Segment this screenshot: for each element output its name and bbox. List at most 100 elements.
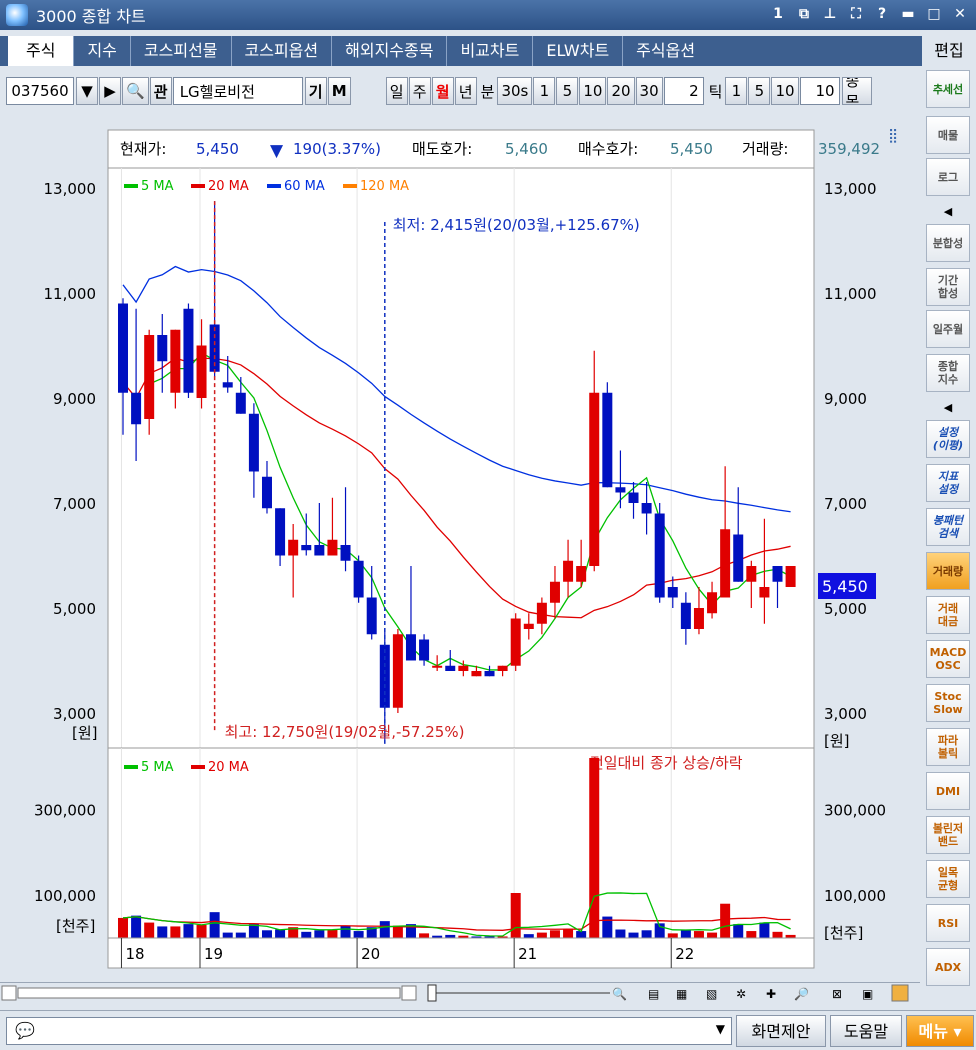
trade-amount-button[interactable]: 거래 대금	[926, 596, 970, 634]
stock-code-input[interactable]: 037560	[6, 77, 74, 105]
candle-body	[275, 508, 286, 556]
gi-button[interactable]: 기	[304, 77, 327, 105]
minute-30-button[interactable]: 30	[635, 77, 663, 105]
minute-20-button[interactable]: 20	[607, 77, 635, 105]
tick-10-button[interactable]: 10	[771, 77, 799, 105]
chart-scrollbar[interactable]: 🔍 ▤ ▦ ▧ ✲ ✚ 🔎 ⊠ ▣	[0, 982, 920, 1002]
gwan-button[interactable]: 관	[149, 77, 172, 105]
log-button[interactable]: 로그	[926, 158, 970, 196]
stochastic-button[interactable]: Stoc Slow	[926, 684, 970, 722]
scroll-track[interactable]	[17, 987, 401, 999]
period-year-button[interactable]: 년	[454, 77, 477, 105]
ichimoku-button[interactable]: 일목 균형	[926, 860, 970, 898]
period-month-button[interactable]: 월	[431, 77, 454, 105]
expand-quote-icon[interactable]: ⣿	[888, 128, 898, 144]
day-week-month-button[interactable]: 일주월	[926, 310, 970, 348]
tab-kospi-options[interactable]: 코스피옵션	[232, 36, 333, 66]
tool-icon-7[interactable]: ⊠	[832, 987, 842, 1001]
period-merge-button[interactable]: 기간 합성	[926, 268, 970, 306]
edit-button[interactable]: 편집	[922, 36, 976, 66]
rsi-button[interactable]: RSI	[926, 904, 970, 942]
scroll-left-icon[interactable]	[1, 985, 17, 1001]
close-icon[interactable]: ✕	[950, 4, 970, 24]
menu-button[interactable]: 메뉴 ▾	[906, 1015, 974, 1047]
volume-indicator-button[interactable]: 거래량	[926, 552, 970, 590]
jongmok-button[interactable]: 종목	[841, 77, 872, 105]
x-tick-label: 21	[518, 945, 537, 963]
zoom-icon[interactable]: 🔍	[612, 986, 627, 1001]
volume-bar	[183, 924, 194, 938]
volume-bar	[680, 930, 691, 938]
indicator-settings-button[interactable]: 지표 설정	[926, 464, 970, 502]
collapse-arrow-icon-2[interactable]: ◀	[926, 398, 970, 418]
candle-body	[484, 671, 495, 677]
tool-icon-2[interactable]: ▦	[676, 987, 687, 1001]
m-button[interactable]: M	[327, 77, 351, 105]
minute-10-button[interactable]: 10	[579, 77, 607, 105]
tab-elw-chart[interactable]: ELW차트	[533, 36, 624, 66]
tab-kospi-futures[interactable]: 코스피선물	[131, 36, 232, 66]
help-icon[interactable]: ?	[872, 4, 892, 24]
fullscreen-icon[interactable]: ⛶	[846, 4, 866, 24]
volume-bar	[209, 912, 220, 938]
tool-icon-9[interactable]	[891, 984, 909, 1002]
message-dropdown-icon[interactable]: ▼	[716, 1022, 725, 1036]
help-button[interactable]: 도움말	[830, 1015, 902, 1047]
parabolic-button[interactable]: 파라 볼릭	[926, 728, 970, 766]
minute-1-button[interactable]: 1	[533, 77, 556, 105]
tick-count-input[interactable]: 10	[799, 77, 840, 105]
tool-icon-5[interactable]: ✚	[766, 987, 776, 1001]
tab-stock-options[interactable]: 주식옵션	[623, 36, 708, 66]
minute-5-button[interactable]: 5	[556, 77, 579, 105]
tool-icon-6[interactable]: 🔎	[794, 986, 809, 1001]
pin-icon[interactable]: ⊥	[820, 4, 840, 24]
scroll-right-icon[interactable]	[401, 985, 417, 1001]
restore-window-icon[interactable]: ⧉	[794, 4, 814, 24]
zoom-slider-handle[interactable]	[427, 984, 437, 1002]
tab-stock[interactable]: 주식	[8, 36, 75, 66]
tool-icon-1[interactable]: ▤	[648, 987, 659, 1001]
tool-icon-8[interactable]: ▣	[862, 987, 873, 1001]
tab-index[interactable]: 지수	[74, 36, 131, 66]
legend-label: 20 MA	[208, 760, 249, 775]
down-triangle-icon: ▼	[270, 141, 284, 161]
settings-button[interactable]: 설정 (이평)	[926, 420, 970, 458]
info-icon[interactable]: 1	[768, 4, 788, 24]
minute-30s-button[interactable]: 30s	[497, 77, 533, 105]
adx-button[interactable]: ADX	[926, 948, 970, 986]
macd-button[interactable]: MACD OSC	[926, 640, 970, 678]
sell-button[interactable]: 매물	[926, 116, 970, 154]
collapse-arrow-icon[interactable]: ◀	[926, 202, 970, 222]
tick-5-button[interactable]: 5	[748, 77, 771, 105]
screen-suggest-button[interactable]: 화면제안	[736, 1015, 826, 1047]
candle-body	[183, 308, 194, 393]
period-week-button[interactable]: 주	[408, 77, 431, 105]
dmi-button[interactable]: DMI	[926, 772, 970, 810]
minimize-icon[interactable]: ▬	[898, 4, 918, 24]
minute-count-input[interactable]: 2	[663, 77, 704, 105]
candle-pattern-search-button[interactable]: 봉패턴 검색	[926, 508, 970, 546]
trendline-button[interactable]: 추세선	[926, 70, 970, 108]
candle-body	[759, 587, 770, 598]
tool-icon-3[interactable]: ▧	[706, 987, 717, 1001]
search-icon[interactable]: 🔍	[122, 77, 149, 105]
maximize-icon[interactable]: □	[924, 4, 944, 24]
chart-svg[interactable]: 현재가: 5,450 ▼ 190(3.37%) 매도호가: 5,460 매수호가…	[0, 116, 920, 986]
period-day-button[interactable]: 일	[385, 77, 408, 105]
price-ytick-right: 5,000	[824, 600, 867, 618]
tool-icon-4[interactable]: ✲	[736, 987, 746, 1001]
tab-compare-chart[interactable]: 비교차트	[447, 36, 534, 66]
candle-body	[641, 503, 652, 514]
message-input[interactable]: 💬 ▼	[6, 1017, 732, 1045]
next-arrow-icon[interactable]: ▶	[99, 77, 121, 105]
split-merge-button[interactable]: 분합성	[926, 224, 970, 262]
bollinger-button[interactable]: 볼린저 밴드	[926, 816, 970, 854]
volume-bar	[196, 924, 207, 938]
composite-index-button[interactable]: 종합 지수	[926, 354, 970, 392]
legend-swatch	[124, 184, 138, 188]
code-dropdown-icon[interactable]: ▼	[76, 77, 98, 105]
tab-overseas-index[interactable]: 해외지수종목	[332, 36, 448, 66]
stock-name-field[interactable]: LG헬로비전	[172, 77, 303, 105]
tick-1-button[interactable]: 1	[725, 77, 748, 105]
volume-chart-title: 전일대비 종가 상승/하락	[590, 754, 743, 772]
